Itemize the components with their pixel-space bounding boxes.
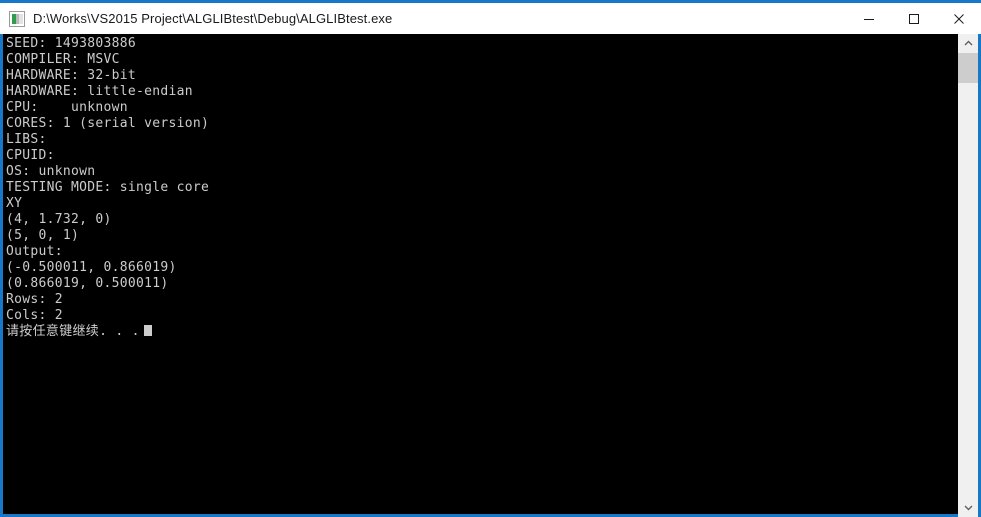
console-window: D:\Works\VS2015 Project\ALGLIBtest\Debug… — [0, 0, 981, 517]
console-line: TESTING MODE: single core — [6, 180, 210, 195]
scrollbar-track[interactable] — [958, 53, 978, 498]
console-line: (-0.500011, 0.866019) — [6, 260, 177, 275]
console-line: XY — [6, 196, 23, 211]
console-line: Cols: 2 — [6, 308, 63, 323]
scrollbar-thumb[interactable] — [958, 53, 978, 83]
console-line: LIBS: — [6, 132, 47, 147]
console-scrollbar[interactable] — [958, 34, 978, 517]
console-line: Output: — [6, 244, 63, 259]
chevron-up-icon[interactable] — [958, 34, 978, 53]
minimize-button[interactable] — [846, 3, 891, 34]
title-bar[interactable]: D:\Works\VS2015 Project\ALGLIBtest\Debug… — [0, 3, 981, 34]
console-text: SEED: 1493803886 COMPILER: MSVC HARDWARE: … — [6, 36, 946, 506]
console-line: HARDWARE: little-endian — [6, 84, 193, 99]
prompt-text: 请按任意键继续. . . — [6, 324, 140, 339]
chevron-down-icon[interactable] — [958, 498, 978, 517]
window-controls — [846, 3, 981, 34]
console-line: Rows: 2 — [6, 292, 63, 307]
console-output-area[interactable]: SEED: 1493803886 COMPILER: MSVC HARDWARE: … — [0, 34, 981, 517]
console-line: CORES: 1 (serial version) — [6, 116, 210, 131]
close-button[interactable] — [936, 3, 981, 34]
console-line: (4, 1.732, 0) — [6, 212, 112, 227]
console-line: HARDWARE: 32-bit — [6, 68, 137, 83]
console-line: COMPILER: MSVC — [6, 52, 120, 67]
console-line: SEED: 1493803886 — [6, 36, 137, 51]
block-cursor — [143, 325, 152, 336]
console-app-icon — [9, 10, 25, 27]
icon-bar-light — [19, 13, 23, 24]
window-title: D:\Works\VS2015 Project\ALGLIBtest\Debug… — [33, 11, 393, 26]
console-line: CPU: unknown — [6, 100, 128, 115]
console-line: (5, 0, 1) — [6, 228, 80, 243]
console-prompt-line: 请按任意键继续. . . — [6, 324, 946, 340]
console-line: (0.866019, 0.500011) — [6, 276, 169, 291]
console-line: OS: unknown — [6, 164, 96, 179]
console-line: CPUID: — [6, 148, 55, 163]
maximize-button[interactable] — [891, 3, 936, 34]
